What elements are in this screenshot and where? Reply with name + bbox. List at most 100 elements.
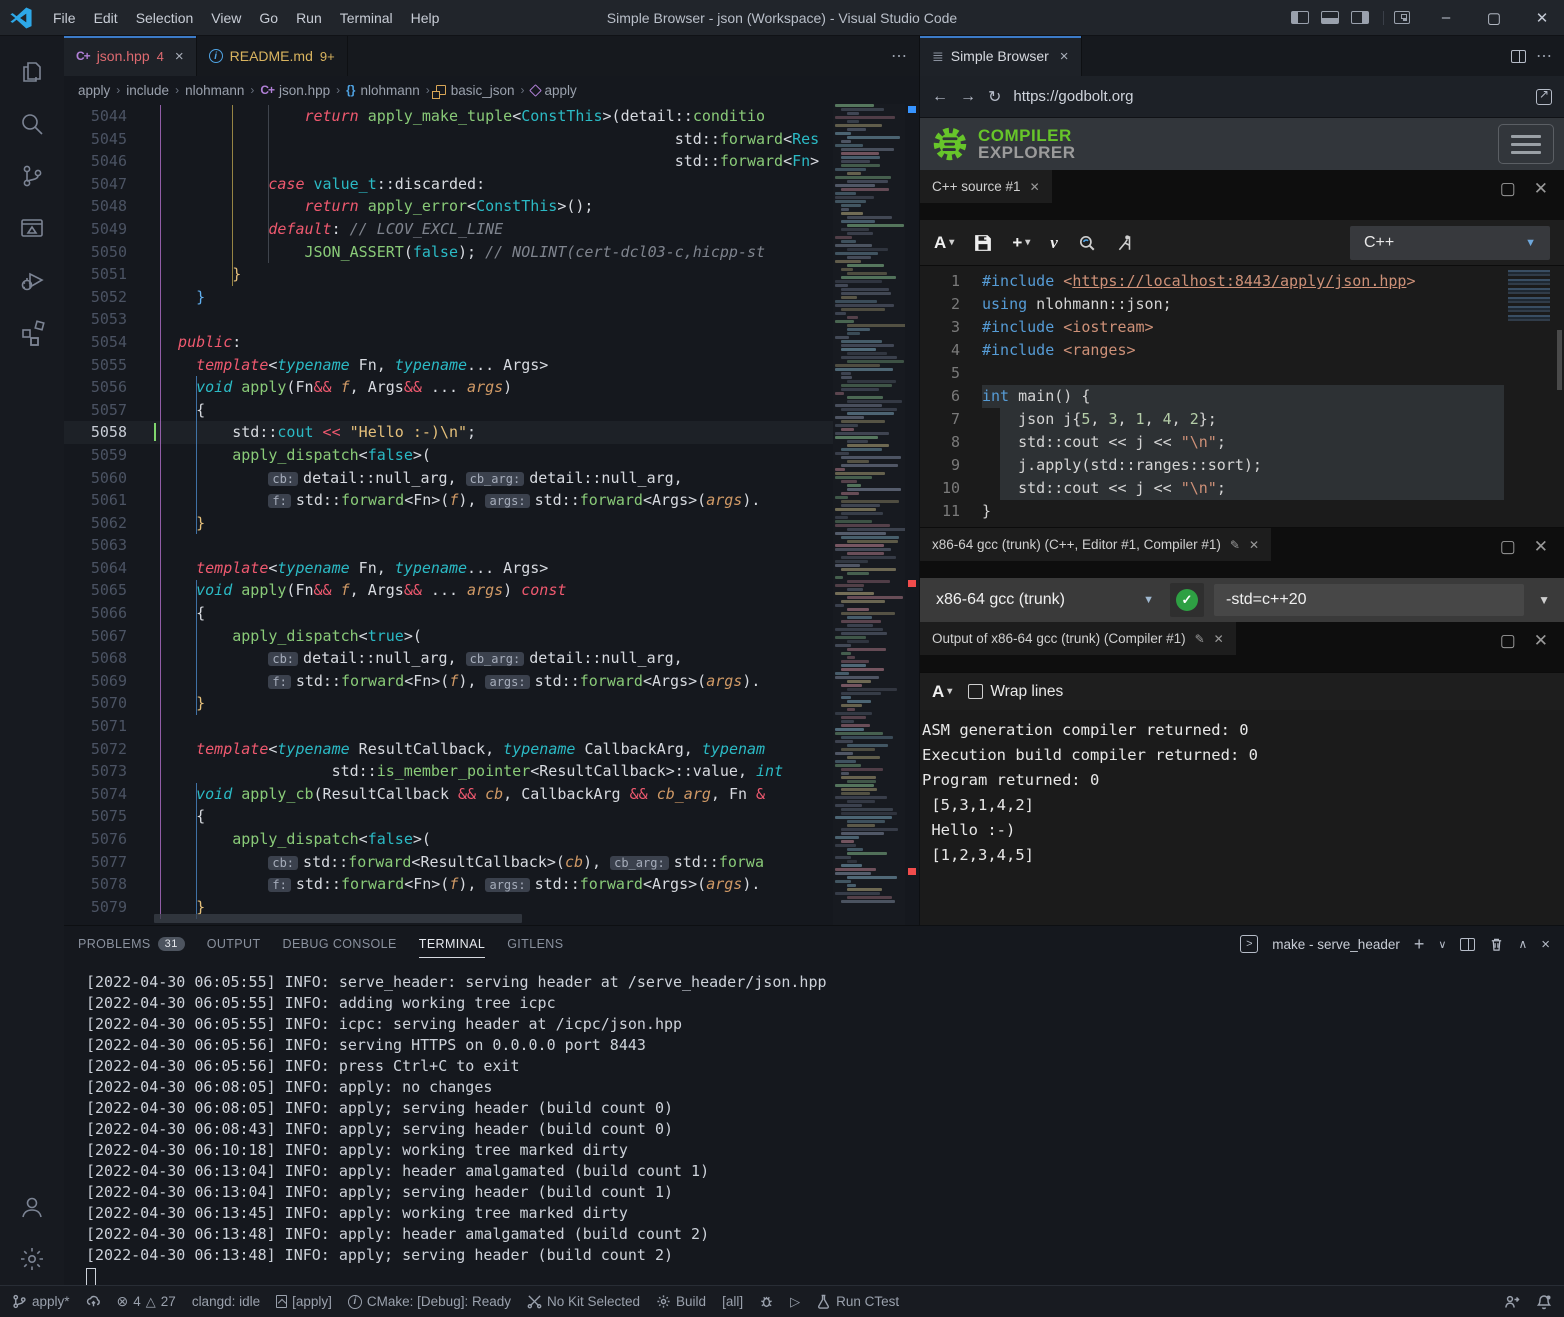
close-icon[interactable]: ✕ — [1249, 538, 1259, 552]
breadcrumb-item[interactable]: basic_json — [436, 83, 515, 98]
maximize-pane-icon[interactable]: ▢ — [1500, 631, 1516, 651]
horizontal-scrollbar[interactable] — [154, 914, 522, 923]
cmake-project-item[interactable]: [apply] — [276, 1294, 332, 1309]
panel-tab-output[interactable]: OUTPUT — [207, 926, 261, 962]
tab-simple-browser[interactable]: ≣ Simple Browser × — [920, 36, 1082, 76]
source-control-icon[interactable] — [8, 150, 56, 202]
close-icon[interactable]: ✕ — [1030, 180, 1040, 194]
save-icon[interactable] — [974, 234, 992, 252]
reload-icon[interactable]: ↻ — [988, 87, 1001, 107]
open-external-icon[interactable] — [1536, 89, 1552, 105]
close-button[interactable]: ✕ — [1520, 0, 1564, 36]
cmake-view-icon[interactable] — [8, 202, 56, 254]
build-target-item[interactable]: [all] — [722, 1294, 743, 1309]
terminal-dropdown-icon[interactable]: ∨ — [1438, 938, 1446, 951]
wrap-lines-checkbox[interactable]: Wrap lines — [968, 683, 1063, 701]
search-icon[interactable] — [8, 98, 56, 150]
compiler-pane-tab[interactable]: x86-64 gcc (trunk) (C++, Editor #1, Comp… — [920, 528, 1271, 561]
breadcrumb-item[interactable]: include — [126, 83, 169, 98]
terminal-output[interactable]: [2022-04-30 06:05:55] INFO: serve_header… — [64, 962, 1564, 1285]
breadcrumb[interactable]: apply›include›nlohmann›C+json.hpp›{}nloh… — [64, 76, 919, 104]
breadcrumb-item[interactable]: apply — [531, 83, 577, 98]
cmake-build-item[interactable]: Build — [656, 1294, 706, 1309]
close-pane-icon[interactable]: ✕ — [1534, 537, 1548, 557]
quick-bench-icon[interactable] — [1116, 234, 1134, 252]
cmake-kit-item[interactable]: No Kit Selected — [527, 1294, 640, 1309]
back-icon[interactable]: ← — [932, 88, 948, 106]
kill-terminal-icon[interactable] — [1489, 937, 1504, 952]
add-pane-button[interactable]: +▾ — [1012, 233, 1030, 253]
options-dropdown-icon[interactable]: ▼ — [1534, 593, 1554, 607]
breadcrumb-item[interactable]: apply — [78, 83, 110, 98]
ce-source-editor[interactable]: 1#include <https://localhost:8443/apply/… — [920, 266, 1564, 528]
maximize-button[interactable]: ▢ — [1472, 0, 1516, 36]
close-panel-icon[interactable]: × — [1541, 936, 1550, 953]
code-editor[interactable]: 5044return apply_make_tuple<ConstThis>(d… — [64, 104, 919, 925]
menu-run[interactable]: Run — [287, 0, 331, 35]
forward-icon[interactable]: → — [960, 88, 976, 106]
terminal-session-label[interactable]: make - serve_header — [1272, 937, 1400, 952]
compiler-options-input[interactable]: -std=c++20 — [1214, 584, 1524, 616]
menu-file[interactable]: File — [44, 0, 85, 35]
settings-gear-icon[interactable] — [8, 1233, 56, 1285]
breadcrumb-item[interactable]: {}nlohmann — [346, 83, 420, 98]
more-actions-icon[interactable]: ⋯ — [891, 46, 907, 66]
run-debug-icon[interactable] — [8, 254, 56, 306]
menu-edit[interactable]: Edit — [85, 0, 127, 35]
ctest-item[interactable]: Run CTest — [816, 1294, 899, 1309]
vim-toggle-icon[interactable]: v — [1050, 233, 1058, 253]
breadcrumb-item[interactable]: nlohmann — [185, 83, 244, 98]
menu-selection[interactable]: Selection — [127, 0, 203, 35]
toggle-secondary-sidebar-icon[interactable] — [1351, 11, 1369, 24]
launch-item[interactable]: ▷ — [790, 1294, 800, 1310]
hamburger-menu-icon[interactable] — [1498, 124, 1554, 164]
panel-tab-problems[interactable]: PROBLEMS31 — [78, 926, 185, 962]
panel-tab-debug-console[interactable]: DEBUG CONSOLE — [283, 926, 397, 962]
close-icon[interactable]: × — [1060, 48, 1069, 65]
feedback-icon[interactable] — [1504, 1294, 1520, 1310]
menu-terminal[interactable]: Terminal — [331, 0, 402, 35]
cpp-insights-icon[interactable] — [1078, 234, 1096, 252]
tab-json.hpp[interactable]: C+json.hpp4× — [64, 36, 197, 76]
edit-icon[interactable]: ✎ — [1230, 538, 1240, 552]
output-pane-tab[interactable]: Output of x86-64 gcc (trunk) (Compiler #… — [920, 622, 1236, 655]
font-size-button[interactable]: A▾ — [934, 233, 954, 253]
edit-icon[interactable]: ✎ — [1195, 632, 1205, 646]
minimap[interactable] — [833, 104, 905, 925]
maximize-pane-icon[interactable]: ▢ — [1500, 537, 1516, 557]
toggle-panel-icon[interactable] — [1321, 11, 1339, 24]
ce-scrollbar[interactable] — [1557, 330, 1562, 390]
git-branch-item[interactable]: apply* — [12, 1294, 70, 1309]
font-size-button[interactable]: A▾ — [932, 682, 952, 702]
menu-view[interactable]: View — [202, 0, 250, 35]
more-actions-icon[interactable]: ⋯ — [1536, 46, 1552, 66]
compiler-select[interactable]: x86-64 gcc (trunk) ▼ — [930, 591, 1160, 609]
clangd-status-item[interactable]: clangd: idle — [192, 1294, 260, 1309]
close-pane-icon[interactable]: ✕ — [1534, 631, 1548, 651]
account-icon[interactable] — [8, 1181, 56, 1233]
maximize-panel-icon[interactable]: ∧ — [1518, 937, 1527, 951]
explorer-icon[interactable] — [8, 46, 56, 98]
toggle-sidebar-icon[interactable] — [1291, 11, 1309, 24]
notifications-bell-icon[interactable] — [1536, 1294, 1552, 1310]
close-pane-icon[interactable]: ✕ — [1534, 179, 1548, 199]
close-icon[interactable]: ✕ — [1214, 632, 1224, 646]
publish-changes-item[interactable] — [86, 1294, 101, 1309]
problems-item[interactable]: ⊗4 △27 — [117, 1293, 176, 1310]
close-icon[interactable]: × — [175, 48, 184, 65]
breadcrumb-item[interactable]: C+json.hpp — [260, 83, 330, 98]
source-pane-tab[interactable]: C++ source #1 ✕ — [920, 170, 1052, 203]
tab-README.md[interactable]: iREADME.md9+ — [197, 36, 348, 76]
debug-item[interactable] — [759, 1294, 774, 1309]
split-editor-icon[interactable] — [1511, 50, 1526, 63]
panel-tab-terminal[interactable]: TERMINAL — [419, 926, 485, 962]
menu-go[interactable]: Go — [250, 0, 287, 35]
new-terminal-icon[interactable]: + — [1414, 934, 1425, 955]
cmake-status-item[interactable]: i CMake: [Debug]: Ready — [348, 1294, 511, 1309]
extensions-icon[interactable] — [8, 306, 56, 358]
url-input[interactable] — [1013, 88, 1524, 105]
menu-help[interactable]: Help — [402, 0, 449, 35]
split-terminal-icon[interactable] — [1460, 938, 1475, 951]
maximize-pane-icon[interactable]: ▢ — [1500, 179, 1516, 199]
minimize-button[interactable]: – — [1424, 0, 1468, 36]
